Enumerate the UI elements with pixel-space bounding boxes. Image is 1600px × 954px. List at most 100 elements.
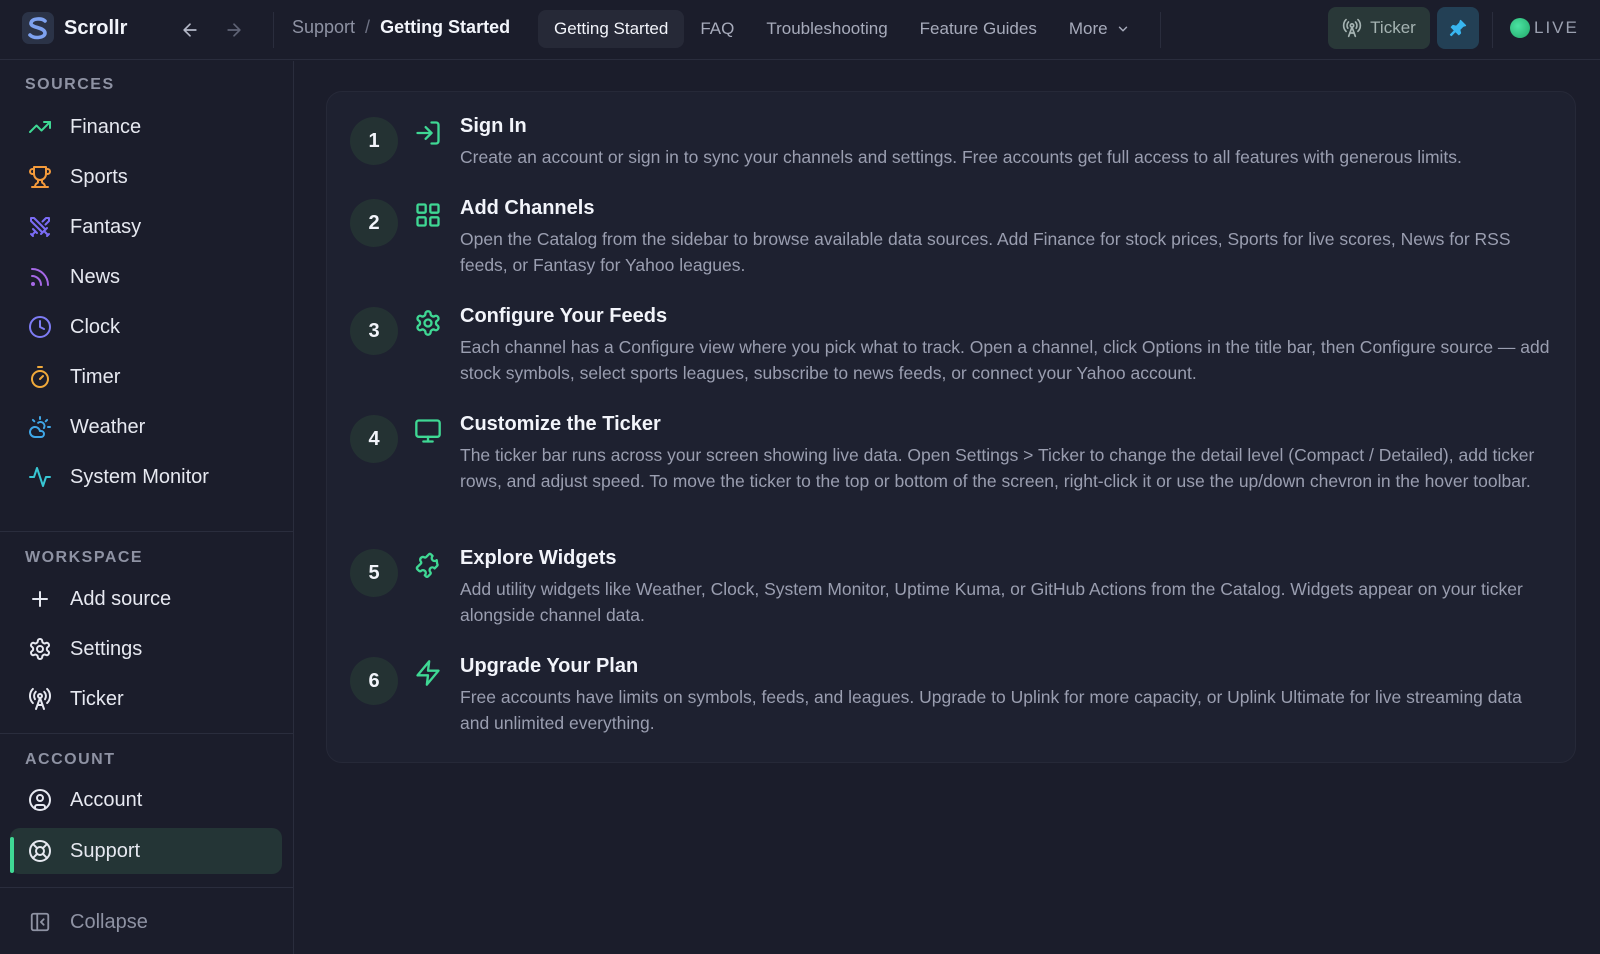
pin-icon xyxy=(1449,19,1467,37)
grid-icon xyxy=(416,203,440,227)
live-label: LIVE xyxy=(1534,18,1579,37)
step-description: Create an account or sign in to sync you… xyxy=(460,147,1462,167)
gear-icon xyxy=(28,637,52,661)
collapse-label: Collapse xyxy=(70,910,148,933)
sidebar-item-account[interactable]: Account xyxy=(10,777,282,823)
tab-more[interactable]: More xyxy=(1053,10,1146,48)
step-title: Upgrade Your Plan xyxy=(460,655,639,677)
arrow-left-icon xyxy=(183,23,197,37)
step-number: 2 xyxy=(350,199,398,247)
log-in-icon xyxy=(416,121,440,145)
sidebar-item-add-source[interactable]: Add source xyxy=(10,576,282,622)
sidebar-item-label: Add source xyxy=(70,587,172,610)
sidebar-divider xyxy=(0,887,293,888)
sidebar-item-clock[interactable]: Clock xyxy=(10,304,282,350)
puzzle-icon xyxy=(415,552,439,578)
step-number: 4 xyxy=(350,415,398,463)
step-description: The ticker bar runs across your screen s… xyxy=(460,445,1535,491)
timer-icon xyxy=(28,365,52,389)
app-name: Scrollr xyxy=(64,16,128,39)
tab-faq[interactable]: FAQ xyxy=(684,10,750,48)
breadcrumb-current: Getting Started xyxy=(380,17,511,37)
step-number: 5 xyxy=(350,549,398,597)
tab-getting-started[interactable]: Getting Started xyxy=(538,10,685,48)
step-number: 6 xyxy=(350,657,398,705)
step-title: Sign In xyxy=(460,115,527,137)
sources-section-title: SOURCES xyxy=(25,76,115,93)
tab-troubleshooting[interactable]: Troubleshooting xyxy=(750,10,903,48)
panel-collapse-icon xyxy=(28,910,52,934)
live-indicator-dot xyxy=(1510,18,1530,38)
sidebar-item-label: Finance xyxy=(70,115,142,138)
user-circle-icon xyxy=(28,788,52,812)
scrollr-logo-icon xyxy=(22,12,54,44)
live-status: LIVE xyxy=(1510,18,1579,38)
brand[interactable]: Scrollr xyxy=(22,12,127,44)
sidebar-item-fantasy[interactable]: Fantasy xyxy=(10,204,282,250)
divider xyxy=(273,12,274,48)
swords-icon xyxy=(28,215,52,239)
forward-button[interactable] xyxy=(220,16,248,44)
history-nav xyxy=(176,16,248,44)
sidebar-item-label: Ticker xyxy=(70,687,124,710)
clock-icon xyxy=(28,315,52,339)
sidebar-item-timer[interactable]: Timer xyxy=(10,354,282,400)
collapse-sidebar-button[interactable]: Collapse xyxy=(10,899,282,945)
sidebar-item-sports[interactable]: Sports xyxy=(10,154,282,200)
breadcrumb-separator: / xyxy=(365,17,371,37)
sidebar-item-label: News xyxy=(70,265,121,288)
step-number: 3 xyxy=(350,307,398,355)
sidebar-item-label: Settings xyxy=(70,637,143,660)
sidebar-item-label: Account xyxy=(70,788,143,811)
step-title: Add Channels xyxy=(460,197,595,219)
active-indicator xyxy=(10,837,14,873)
rss-icon xyxy=(28,265,52,289)
sidebar-item-label: Timer xyxy=(70,365,121,388)
sidebar-item-ticker[interactable]: Ticker xyxy=(10,676,282,722)
plus-icon xyxy=(28,587,52,611)
cloud-sun-icon xyxy=(28,415,52,439)
sidebar-divider xyxy=(0,733,293,734)
radio-tower-icon xyxy=(1342,18,1362,38)
workspace-section-title: WORKSPACE xyxy=(25,549,144,566)
pin-button[interactable] xyxy=(1437,7,1479,49)
sidebar-item-label: Fantasy xyxy=(70,215,142,238)
tab-feature-guides[interactable]: Feature Guides xyxy=(904,10,1053,48)
arrow-right-icon xyxy=(227,23,241,37)
step-title: Configure Your Feeds xyxy=(460,305,668,327)
step-description: Open the Catalog from the sidebar to bro… xyxy=(460,229,1511,275)
tab-more-label: More xyxy=(1068,19,1108,38)
activity-icon xyxy=(28,465,52,489)
sidebar-item-support[interactable]: Support xyxy=(10,828,282,874)
zap-icon xyxy=(416,660,440,686)
divider xyxy=(1492,12,1493,48)
step-title: Customize the Ticker xyxy=(460,413,661,435)
sidebar-item-weather[interactable]: Weather xyxy=(10,404,282,450)
sidebar-item-label: Sports xyxy=(70,165,128,188)
sidebar-item-news[interactable]: News xyxy=(10,254,282,300)
back-button[interactable] xyxy=(176,16,204,44)
sidebar-divider xyxy=(0,531,293,532)
sidebar-item-label: Weather xyxy=(70,415,146,438)
trophy-icon xyxy=(28,165,52,189)
sidebar-item-finance[interactable]: Finance xyxy=(10,104,282,150)
trending-up-icon xyxy=(28,115,52,139)
sidebar-item-settings[interactable]: Settings xyxy=(10,626,282,672)
account-section-title: ACCOUNT xyxy=(25,751,116,768)
chevron-down-icon xyxy=(1118,26,1127,32)
breadcrumb: Support / Getting Started xyxy=(292,17,510,38)
divider xyxy=(1160,12,1161,48)
step-number: 1 xyxy=(350,117,398,165)
gear-icon xyxy=(416,310,440,336)
step-title: Explore Widgets xyxy=(460,547,617,569)
support-tabs: Getting Started FAQ Troubleshooting Feat… xyxy=(538,10,1146,48)
sidebar-item-label: Support xyxy=(70,839,141,862)
sidebar-item-system-monitor[interactable]: System Monitor xyxy=(10,454,282,500)
sidebar-item-label: Clock xyxy=(70,315,121,338)
breadcrumb-support-link[interactable]: Support xyxy=(292,17,355,38)
ticker-toggle-button[interactable]: Ticker xyxy=(1328,7,1430,49)
step-description: Each channel has a Configure view where … xyxy=(460,337,1550,383)
monitor-icon xyxy=(415,419,441,443)
radio-tower-icon xyxy=(28,687,52,711)
lifebuoy-icon xyxy=(28,839,52,863)
